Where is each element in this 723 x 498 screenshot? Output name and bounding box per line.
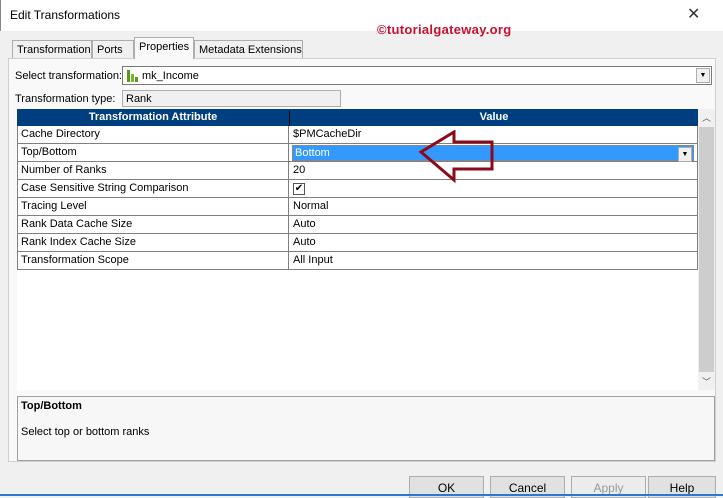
table-row[interactable]: Cache Directory $PMCacheDir bbox=[17, 126, 698, 144]
tab-properties[interactable]: Properties bbox=[134, 37, 194, 59]
value-cell[interactable]: Auto bbox=[290, 234, 698, 252]
attribute-cell: Top/Bottom bbox=[17, 144, 289, 162]
transformation-type-value: Rank bbox=[122, 90, 341, 107]
table-row[interactable]: Tracing Level Normal bbox=[17, 198, 698, 216]
top-bottom-value: Bottom bbox=[295, 147, 330, 159]
table-row[interactable]: Rank Data Cache Size Auto bbox=[17, 216, 698, 234]
tab-transformation[interactable]: Transformation bbox=[12, 40, 92, 59]
scrollbar-thumb[interactable] bbox=[699, 127, 714, 372]
value-cell[interactable]: Auto bbox=[290, 216, 698, 234]
vertical-scrollbar[interactable]: ︿ ﹀ bbox=[698, 109, 715, 390]
transformation-type-label: Transformation type: bbox=[15, 93, 116, 105]
column-header-value: Value bbox=[289, 111, 698, 126]
attribute-cell: Cache Directory bbox=[17, 126, 289, 144]
description-panel: Top/Bottom Select top or bottom ranks bbox=[17, 396, 715, 461]
description-title: Top/Bottom bbox=[21, 400, 82, 412]
attribute-cell: Rank Data Cache Size bbox=[17, 216, 289, 234]
properties-table: Transformation Attribute Value Cache Dir… bbox=[17, 109, 698, 390]
attribute-cell: Case Sensitive String Comparison bbox=[17, 180, 289, 198]
table-row[interactable]: Top/Bottom Bottom ▼ bbox=[17, 144, 698, 162]
attribute-cell: Transformation Scope bbox=[17, 252, 289, 270]
attribute-cell: Tracing Level bbox=[17, 198, 289, 216]
value-cell[interactable]: Normal bbox=[290, 198, 698, 216]
select-transformation-label: Select transformation: bbox=[15, 70, 122, 82]
chevron-down-icon[interactable]: ▼ bbox=[696, 68, 710, 83]
arrow-annotation-icon bbox=[418, 130, 494, 184]
table-row[interactable]: Number of Ranks 20 bbox=[17, 162, 698, 180]
close-icon[interactable]: ✕ bbox=[687, 4, 700, 24]
description-text: Select top or bottom ranks bbox=[21, 426, 150, 438]
attribute-cell: Rank Index Cache Size bbox=[17, 234, 289, 252]
watermark: ©tutorialgateway.org bbox=[377, 22, 512, 37]
title-bar: Edit Transformations ✕ bbox=[0, 0, 723, 31]
table-header: Transformation Attribute Value bbox=[17, 109, 698, 126]
window-title: Edit Transformations bbox=[10, 8, 121, 22]
rank-transformation-icon bbox=[127, 70, 138, 82]
chevron-down-icon[interactable]: ▼ bbox=[678, 147, 692, 162]
attribute-cell: Number of Ranks bbox=[17, 162, 289, 180]
tab-metadata-extensions[interactable]: Metadata Extensions bbox=[194, 40, 303, 59]
tab-ports[interactable]: Ports bbox=[92, 40, 134, 59]
column-header-attribute: Transformation Attribute bbox=[88, 111, 218, 123]
scroll-down-icon[interactable]: ﹀ bbox=[702, 375, 711, 388]
case-sensitive-checkbox[interactable]: ✔ bbox=[293, 183, 305, 195]
select-transformation-value: mk_Income bbox=[142, 70, 199, 82]
table-row[interactable]: Rank Index Cache Size Auto bbox=[17, 234, 698, 252]
scroll-up-icon[interactable]: ︿ bbox=[702, 111, 711, 124]
select-transformation-dropdown[interactable]: mk_Income ▼ bbox=[122, 66, 712, 85]
table-row[interactable]: Transformation Scope All Input bbox=[17, 252, 698, 270]
table-row[interactable]: Case Sensitive String Comparison ✔ bbox=[17, 180, 698, 198]
value-cell[interactable]: All Input bbox=[290, 252, 698, 270]
